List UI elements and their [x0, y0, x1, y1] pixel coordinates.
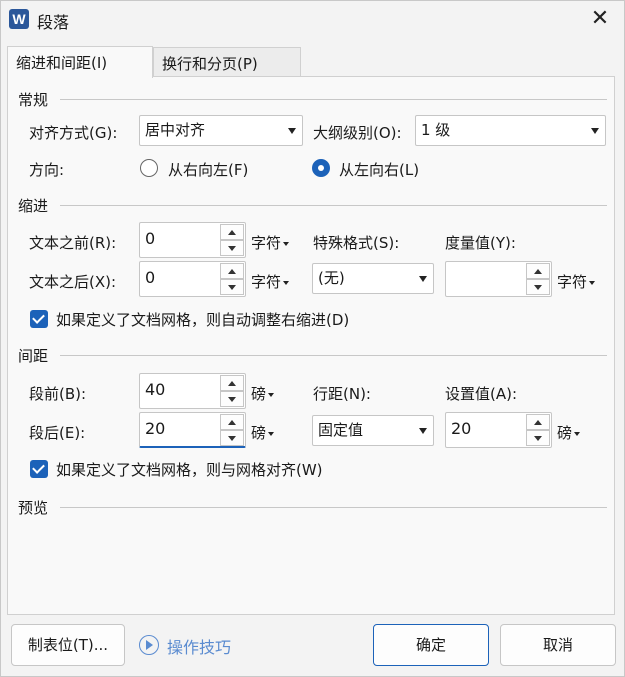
indent-divider	[60, 205, 607, 206]
chevron-down-icon	[288, 128, 296, 134]
setting-value-unit[interactable]: 磅	[557, 422, 581, 443]
chevron-down-icon	[419, 428, 427, 434]
tips-link[interactable]: 操作技巧	[167, 634, 231, 658]
indent-before-unit[interactable]: 字符	[251, 232, 290, 253]
space-before-spinner[interactable]: 40	[139, 373, 246, 409]
indent-after-unit[interactable]: 字符	[251, 271, 290, 292]
setting-value-label: 设置值(A):	[445, 385, 518, 403]
line-spacing-value: 固定值	[318, 421, 364, 439]
spin-up-icon[interactable]	[526, 414, 550, 430]
dialog-title: 段落	[37, 13, 70, 32]
ok-button[interactable]: 确定	[373, 624, 489, 666]
spin-down-icon[interactable]	[526, 279, 550, 295]
chevron-down-icon	[419, 276, 427, 282]
spin-down-icon[interactable]	[220, 391, 244, 407]
word-app-icon: W	[9, 9, 29, 29]
general-divider	[60, 99, 607, 100]
tab-panel: 常规 对齐方式(G): 居中对齐 大纲级别(O): 1 级 方向: 从右向左(F…	[7, 76, 615, 615]
measure-spinner[interactable]	[445, 261, 552, 297]
measure-unit[interactable]: 字符	[557, 271, 596, 292]
preview-section-title: 预览	[18, 499, 49, 517]
spin-down-icon[interactable]	[220, 430, 244, 446]
special-format-select[interactable]: (无)	[312, 263, 434, 294]
indent-after-spinner[interactable]: 0	[139, 261, 246, 297]
special-format-value: (无)	[318, 269, 345, 287]
spin-up-icon[interactable]	[220, 375, 244, 391]
spin-up-icon[interactable]	[220, 263, 244, 279]
alignment-select[interactable]: 居中对齐	[139, 115, 303, 146]
setting-value-spinner[interactable]: 20	[445, 412, 552, 448]
indent-before-spinner[interactable]: 0	[139, 222, 246, 258]
cancel-button[interactable]: 取消	[500, 624, 616, 666]
space-after-spinner[interactable]: 20	[139, 412, 246, 448]
snap-grid-label[interactable]: 如果定义了文档网格，则与网格对齐(W)	[56, 459, 323, 480]
direction-label: 方向:	[29, 161, 65, 179]
chevron-down-icon	[283, 280, 290, 285]
tab-indent-spacing[interactable]: 缩进和间距(I)	[7, 46, 153, 78]
space-before-value: 40	[145, 380, 166, 399]
chevron-down-icon	[268, 431, 275, 436]
ltr-label[interactable]: 从左向右(L)	[339, 159, 419, 180]
rtl-radio[interactable]	[140, 159, 158, 177]
chevron-down-icon	[268, 392, 275, 397]
spacing-section-title: 间距	[18, 347, 49, 365]
outline-level-label: 大纲级别(O):	[313, 124, 402, 142]
spin-up-icon[interactable]	[220, 224, 244, 240]
chevron-down-icon	[574, 431, 581, 436]
indent-after-label: 文本之后(X):	[29, 273, 117, 291]
space-before-label: 段前(B):	[29, 385, 87, 403]
tabs-button[interactable]: 制表位(T)...	[11, 624, 125, 666]
spin-up-icon[interactable]	[220, 414, 244, 430]
general-section-title: 常规	[18, 91, 49, 109]
play-circle-icon[interactable]	[139, 635, 159, 655]
space-after-value: 20	[145, 419, 166, 438]
tab-line-page-breaks[interactable]: 换行和分页(P)	[153, 47, 301, 78]
setting-value-value: 20	[451, 419, 472, 438]
close-icon[interactable]: ✕	[585, 6, 615, 34]
indent-section-title: 缩进	[18, 197, 49, 215]
ltr-radio[interactable]	[312, 159, 330, 177]
outline-level-value: 1 级	[421, 121, 451, 139]
title-bar: W 段落 ✕	[1, 1, 624, 39]
auto-adjust-label[interactable]: 如果定义了文档网格，则自动调整右缩进(D)	[56, 309, 349, 330]
indent-before-label: 文本之前(R):	[29, 234, 117, 252]
chevron-down-icon	[591, 128, 599, 134]
special-format-label: 特殊格式(S):	[313, 234, 400, 252]
space-before-unit[interactable]: 磅	[251, 383, 275, 404]
alignment-value: 居中对齐	[145, 121, 206, 139]
line-spacing-select[interactable]: 固定值	[312, 415, 434, 446]
outline-level-select[interactable]: 1 级	[415, 115, 606, 146]
indent-after-value: 0	[145, 268, 156, 287]
indent-before-value: 0	[145, 229, 156, 248]
snap-grid-checkbox[interactable]	[30, 460, 48, 478]
paragraph-dialog: W 段落 ✕ 缩进和间距(I) 换行和分页(P) 常规 对齐方式(G): 居中对…	[0, 0, 625, 677]
space-after-unit[interactable]: 磅	[251, 422, 275, 443]
rtl-label[interactable]: 从右向左(F)	[168, 159, 248, 180]
spin-down-icon[interactable]	[220, 240, 244, 256]
alignment-label: 对齐方式(G):	[29, 124, 118, 142]
spin-down-icon[interactable]	[220, 279, 244, 295]
spacing-divider	[60, 355, 607, 356]
preview-divider	[60, 507, 607, 508]
line-spacing-label: 行距(N):	[313, 385, 371, 403]
measure-label: 度量值(Y):	[445, 234, 516, 252]
auto-adjust-checkbox[interactable]	[30, 310, 48, 328]
chevron-down-icon	[589, 280, 596, 285]
space-after-label: 段后(E):	[29, 424, 86, 442]
spin-down-icon[interactable]	[526, 430, 550, 446]
chevron-down-icon	[283, 241, 290, 246]
spin-up-icon[interactable]	[526, 263, 550, 279]
